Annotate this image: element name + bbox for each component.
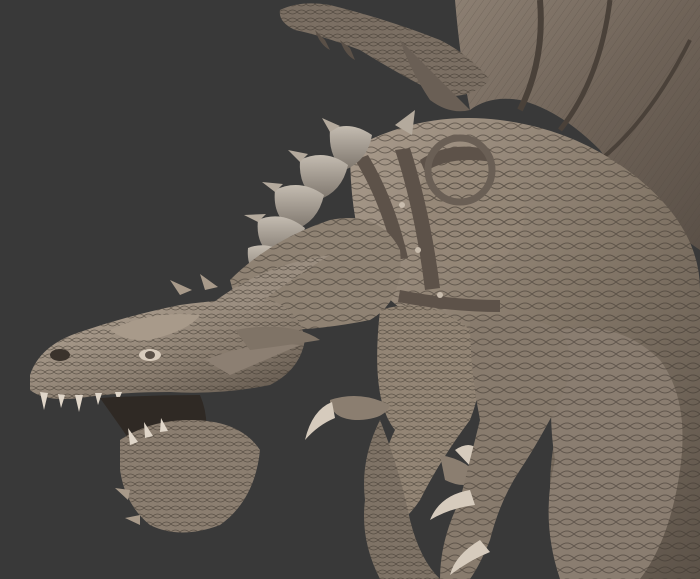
dragon-render — [0, 0, 700, 579]
sculpt-viewport — [0, 0, 700, 579]
